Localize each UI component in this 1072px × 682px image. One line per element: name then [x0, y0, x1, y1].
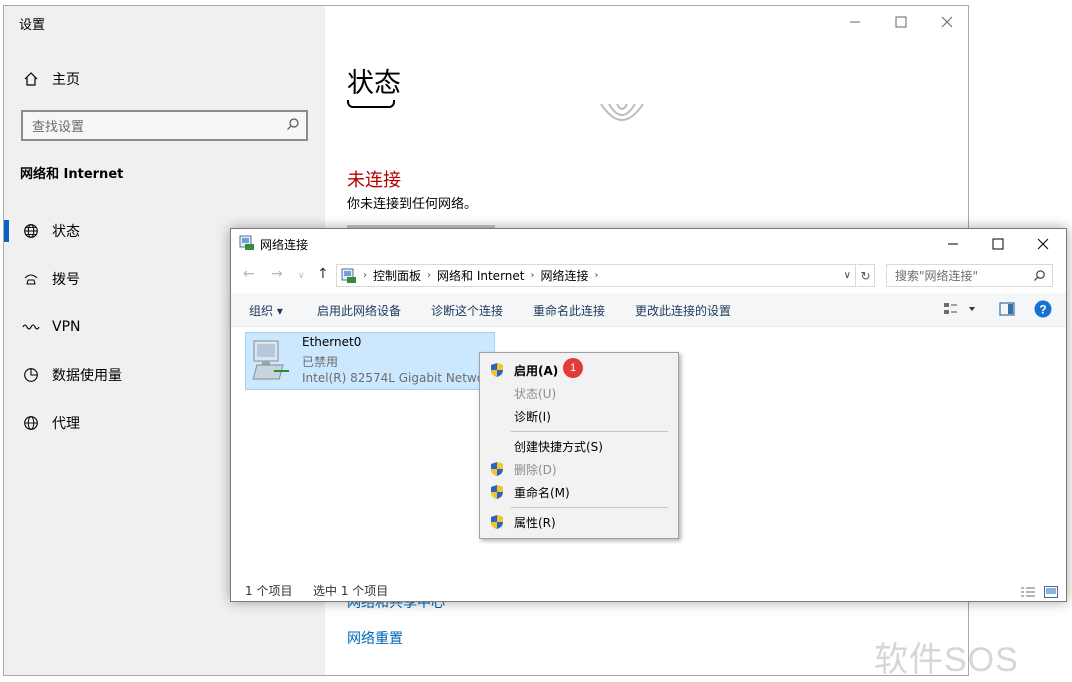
sidebar-item-proxy[interactable]: 代理: [20, 410, 80, 436]
sidebar-item-home[interactable]: 主页: [20, 66, 80, 92]
menu-item-status: 状态(U): [480, 382, 678, 404]
sidebar-item-vpn[interactable]: VPN: [20, 314, 81, 340]
menu-item-create-shortcut[interactable]: 创建快捷方式(S): [480, 435, 678, 457]
settings-search-input[interactable]: 查找设置: [21, 110, 308, 141]
menu-item-delete: 删除(D): [480, 458, 678, 480]
search-input[interactable]: 搜索"网络连接": [886, 264, 1053, 287]
minimize-button[interactable]: [832, 6, 878, 38]
address-bar[interactable]: › 控制面板 › 网络和 Internet › 网络连接 › ∨: [336, 264, 856, 287]
sidebar-item-label: 数据使用量: [52, 368, 122, 384]
close-button[interactable]: [924, 6, 968, 38]
settings-title: 设置: [19, 18, 46, 33]
breadcrumb-separator: ›: [594, 270, 599, 281]
connection-state: 已禁用: [302, 355, 339, 369]
view-options-icon[interactable]: [943, 301, 977, 321]
sidebar-item-label: 状态: [52, 224, 80, 240]
network-adapter-icon: [249, 335, 297, 389]
menu-item-label: 诊断(I): [514, 409, 551, 424]
refresh-icon[interactable]: ↻: [857, 264, 875, 287]
sidebar-item-status[interactable]: 状态: [20, 218, 80, 244]
menu-item-label: 重命名(M): [514, 485, 570, 500]
enable-device-button[interactable]: 启用此网络设备: [317, 302, 401, 319]
up-arrow-icon[interactable]: ↑: [317, 266, 329, 282]
large-icons-view-icon[interactable]: [1044, 583, 1058, 601]
selected-indicator: [4, 220, 9, 242]
breadcrumb-item[interactable]: 网络连接: [540, 267, 588, 284]
maximize-button[interactable]: [975, 229, 1021, 259]
sidebar-item-dialup[interactable]: 拨号: [20, 266, 80, 292]
uac-shield-icon: [490, 461, 504, 480]
organize-menu[interactable]: 组织 ▾: [249, 302, 283, 319]
control-panel-icon: [341, 268, 357, 284]
breadcrumb-separator: ›: [363, 270, 367, 281]
selected-count: 选中 1 个项目: [313, 584, 389, 598]
menu-item-label: 状态(U): [514, 386, 557, 401]
breadcrumb-separator: ›: [530, 270, 535, 281]
address-dropdown-icon[interactable]: ∨: [844, 270, 851, 281]
connection-desc: 你未连接到任何网络。: [347, 197, 478, 212]
svg-text:?: ?: [1039, 303, 1046, 317]
search-icon[interactable]: [1033, 269, 1046, 285]
breadcrumb-item[interactable]: 网络和 Internet: [437, 267, 524, 284]
menu-item-diagnose[interactable]: 诊断(I): [480, 405, 678, 427]
sidebar-item-label: VPN: [52, 319, 81, 335]
forward-arrow-icon[interactable]: →: [271, 266, 283, 282]
uac-shield-icon: [490, 362, 504, 381]
dialup-icon: [20, 268, 42, 290]
maximize-button[interactable]: [878, 6, 924, 38]
menu-item-rename[interactable]: 重命名(M): [480, 481, 678, 503]
search-placeholder: 查找设置: [32, 120, 85, 135]
menu-item-label: 删除(D): [514, 462, 557, 477]
sidebar-item-label: 拨号: [52, 272, 80, 288]
data-usage-icon: [20, 364, 42, 386]
connection-status: 未连接: [347, 170, 401, 191]
window-title: 网络连接: [260, 238, 309, 252]
rename-button[interactable]: 重命名此连接: [533, 302, 605, 319]
globe-network-icon: [20, 220, 42, 242]
menu-item-properties[interactable]: 属性(R): [480, 511, 678, 533]
breadcrumb-item[interactable]: 控制面板: [373, 267, 421, 284]
connection-device: Intel(R) 82574L Gigabit Netwo...: [302, 371, 480, 385]
network-folder-icon: [239, 235, 255, 255]
minimize-button[interactable]: [930, 229, 976, 259]
sidebar-item-label: 主页: [52, 72, 80, 88]
close-button[interactable]: [1020, 229, 1066, 259]
uac-shield-icon: [490, 484, 504, 503]
change-settings-button[interactable]: 更改此连接的设置: [635, 302, 731, 319]
sidebar-item-data-usage[interactable]: 数据使用量: [20, 362, 122, 388]
sidebar-item-label: 代理: [52, 416, 80, 432]
home-icon: [20, 68, 42, 90]
recent-dropdown-icon[interactable]: ∨: [298, 271, 305, 281]
menu-separator: [511, 507, 668, 508]
context-menu: 启用(A) 状态(U) 诊断(I) 创建快捷方式(S) 删除(D) 重命名(M)…: [479, 352, 679, 539]
diagnose-button[interactable]: 诊断这个连接: [431, 302, 503, 319]
details-view-icon[interactable]: [1020, 583, 1036, 601]
item-count: 1 个项目: [245, 584, 293, 598]
globe-icon: [20, 412, 42, 434]
vpn-icon: [20, 316, 42, 338]
search-placeholder: 搜索"网络连接": [895, 269, 979, 283]
title-bar[interactable]: 网络连接: [231, 229, 1066, 259]
laptop-icon: [347, 100, 395, 108]
back-arrow-icon[interactable]: ←: [243, 266, 255, 282]
menu-item-label: 启用(A): [514, 363, 559, 378]
breadcrumb-separator: ›: [427, 270, 432, 281]
page-title: 状态: [347, 68, 401, 99]
menu-separator: [511, 431, 668, 432]
help-icon[interactable]: ?: [1034, 300, 1052, 322]
step-badge: 1: [563, 358, 583, 378]
network-reset-link[interactable]: 网络重置: [347, 628, 403, 648]
connection-name: Ethernet0: [302, 335, 362, 349]
search-icon[interactable]: [286, 117, 300, 135]
category-heading: 网络和 Internet: [20, 167, 124, 182]
uac-shield-icon: [490, 514, 504, 533]
menu-item-label: 创建快捷方式(S): [514, 439, 603, 454]
watermark: 软件SOS: [874, 641, 1019, 679]
preview-pane-icon[interactable]: [999, 301, 1015, 321]
menu-item-label: 属性(R): [514, 515, 556, 530]
wifi-arc-icon: [597, 100, 647, 130]
